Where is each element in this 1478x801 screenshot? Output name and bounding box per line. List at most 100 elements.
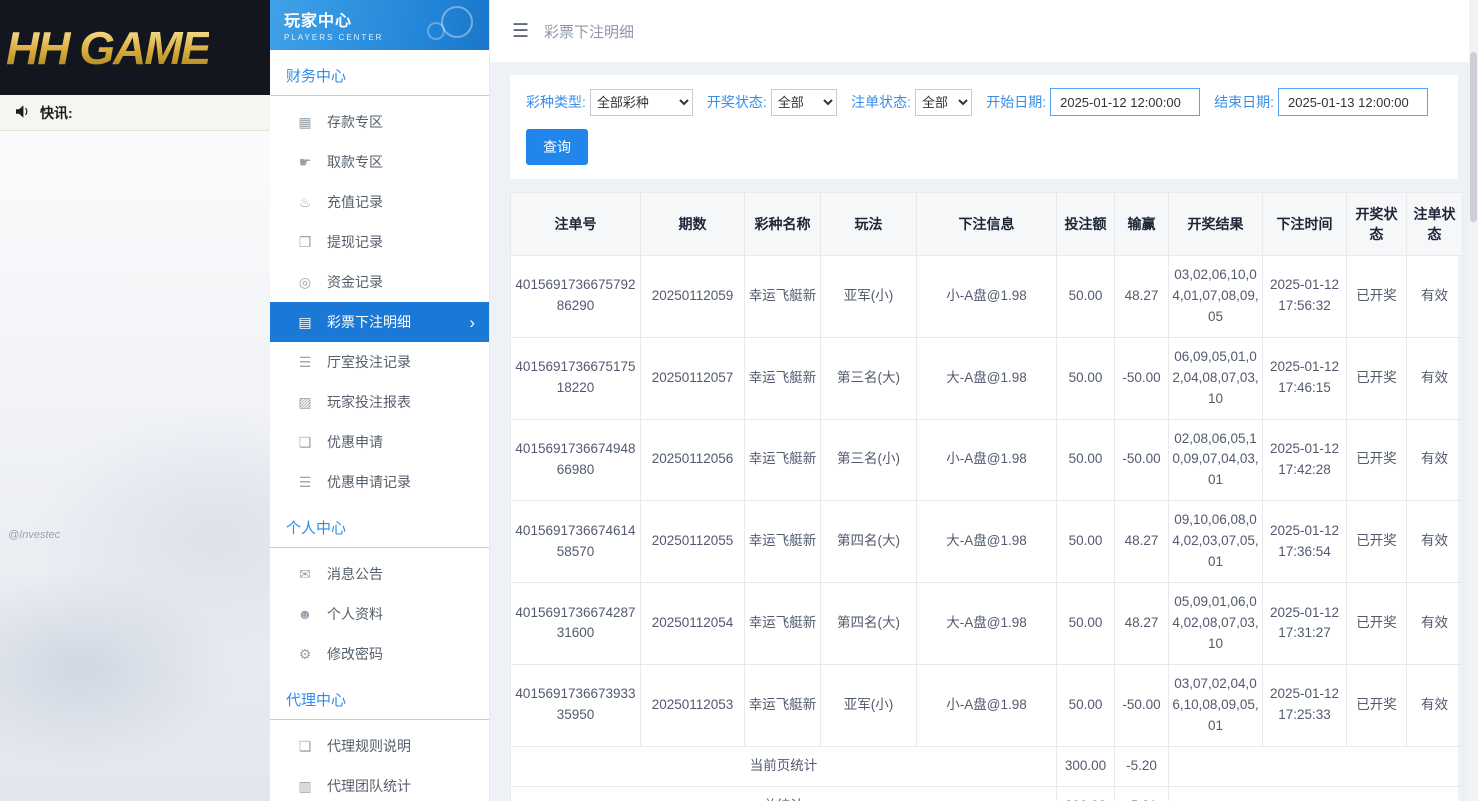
section-title: 个人中心 <box>270 502 489 548</box>
sidebar-item-player-bet-report[interactable]: ▨玩家投注报表 <box>270 382 489 422</box>
end-date-input[interactable] <box>1278 88 1428 116</box>
bet-status-cell: 有效 <box>1407 256 1463 338</box>
win-loss-cell: -50.00 <box>1115 419 1169 501</box>
bet-time-cell: 2025-01-12 17:42:28 <box>1263 419 1347 501</box>
lottery-type-label: 彩种类型: <box>526 92 586 112</box>
bet-status-cell: 有效 <box>1407 583 1463 665</box>
win-loss-cell: 48.27 <box>1115 501 1169 583</box>
menu-icon[interactable]: ☰ <box>512 20 529 43</box>
table-row: 40156917366742873160020250112054幸运飞艇新第四名… <box>511 583 1463 665</box>
moneybag-icon: ◎ <box>296 274 314 291</box>
period-cell: 20250112056 <box>641 419 745 501</box>
bet-info-cell: 大-A盘@1.98 <box>917 583 1057 665</box>
stats-win-loss-cell: -5.21 <box>1115 786 1169 801</box>
recharge-icon: ♨ <box>296 194 314 211</box>
news-label: 快讯: <box>40 103 73 123</box>
bet-amount-cell: 50.00 <box>1057 419 1115 501</box>
table-row: 40156917366751751822020250112057幸运飞艇新第三名… <box>511 337 1463 419</box>
sidebar-item-lottery-bet-details[interactable]: ▤彩票下注明细› <box>270 302 489 342</box>
sidebar-item-hall-bet-records[interactable]: ☰厅室投注记录 <box>270 342 489 382</box>
sidebar-subtitle: PLAYERS CENTER <box>284 33 489 42</box>
lottery-type-select[interactable]: 全部彩种 <box>590 89 693 116</box>
brand-panel: HH GAME 快讯: @Investec <box>0 0 270 801</box>
bet-status-cell: 有效 <box>1407 664 1463 746</box>
stats-win-loss-cell: -5.20 <box>1115 746 1169 786</box>
column-header: 注单状态 <box>1407 193 1463 256</box>
win-loss-cell: 48.27 <box>1115 583 1169 665</box>
bet-info-cell: 小-A盘@1.98 <box>917 256 1057 338</box>
sidebar-menu: 财务中心▦存款专区☛取款专区♨充值记录❒提现记录◎资金记录▤彩票下注明细›☰厅室… <box>270 50 489 801</box>
bet-amount-cell: 50.00 <box>1057 256 1115 338</box>
sidebar-item-recharge-records[interactable]: ♨ 充值记录 <box>270 182 489 222</box>
bell-icon: ✉ <box>296 566 314 583</box>
win-loss-cell: 48.27 <box>1115 256 1169 338</box>
deposit-card-icon: ▦ <box>296 114 314 131</box>
bet-amount-cell: 50.00 <box>1057 337 1115 419</box>
draw-result-cell: 09,10,06,08,04,02,03,07,05,01 <box>1169 501 1263 583</box>
sidebar-item-change-password[interactable]: ⚙修改密码 <box>270 634 489 674</box>
page-stats-row: 当前页统计300.00-5.20 <box>511 746 1463 786</box>
sidebar-item-agent-rules[interactable]: ❏ 代理规则说明 <box>270 726 489 766</box>
sidebar-item-deposit-zone[interactable]: ▦ 存款专区 <box>270 102 489 142</box>
sidebar-item-message-announcements[interactable]: ✉消息公告 <box>270 554 489 594</box>
stats-empty-cell <box>1169 786 1463 801</box>
sidebar-item-label: 充值记录 <box>327 192 383 212</box>
column-header: 开奖状态 <box>1347 193 1407 256</box>
draw-result-cell: 06,09,05,01,02,04,08,07,03,10 <box>1169 337 1263 419</box>
sidebar-item-fund-records[interactable]: ◎ 资金记录 <box>270 262 489 302</box>
stats-empty-cell <box>1169 746 1463 786</box>
sidebar-item-label: 优惠申请记录 <box>327 472 411 492</box>
app-window: HH GAME 快讯: @Investec 玩家中心 PLAYERS CENTE… <box>0 0 1478 801</box>
lottery-name-cell: 幸运飞艇新 <box>745 664 821 746</box>
period-cell: 20250112057 <box>641 337 745 419</box>
chevron-right-icon: › <box>469 314 475 331</box>
sidebar-item-label: 代理团队统计 <box>327 776 411 796</box>
sidebar-item-promo-application[interactable]: ❑优惠申请 <box>270 422 489 462</box>
period-cell: 20250112054 <box>641 583 745 665</box>
sidebar-item-label: 提现记录 <box>327 232 383 252</box>
bet-time-cell: 2025-01-12 17:31:27 <box>1263 583 1347 665</box>
rules-doc-icon: ❏ <box>296 738 314 755</box>
column-header: 投注额 <box>1057 193 1115 256</box>
scrollbar-thumb[interactable] <box>1470 52 1477 222</box>
sidebar-item-label: 代理规则说明 <box>327 736 411 756</box>
start-date-input[interactable] <box>1050 88 1200 116</box>
draw-result-cell: 05,09,01,06,04,02,08,07,03,10 <box>1169 583 1263 665</box>
brand-logo: HH GAME <box>6 21 209 75</box>
sidebar-item-label: 资金记录 <box>327 272 383 292</box>
sidebar-item-withdraw-zone[interactable]: ☛取款专区 <box>270 142 489 182</box>
window-scrollbar[interactable] <box>1469 0 1478 801</box>
sidebar-item-agent-team-stats[interactable]: ▥代理团队统计 <box>270 766 489 801</box>
bet-status-select[interactable]: 全部 <box>915 89 972 116</box>
draw-result-cell: 02,08,06,05,10,09,07,04,03,01 <box>1169 419 1263 501</box>
draw-result-cell: 03,07,02,04,06,10,08,09,05,01 <box>1169 664 1263 746</box>
bet-amount-cell: 50.00 <box>1057 501 1115 583</box>
stats-bet-amount-cell: 300.00 <box>1057 786 1115 801</box>
page-title: 彩票下注明细 <box>544 21 634 42</box>
main-area: ☰ 彩票下注明细 彩种类型: 全部彩种 开奖状态: 全部 注单状态: 全部 <box>490 0 1478 801</box>
play-type-cell: 第三名(小) <box>821 419 917 501</box>
draw-status-label: 开奖状态: <box>707 92 767 112</box>
sidebar-item-label: 存款专区 <box>327 112 383 132</box>
play-type-cell: 亚军(小) <box>821 664 917 746</box>
report-icon: ▨ <box>296 394 314 411</box>
sidebar-item-label: 个人资料 <box>327 604 383 624</box>
bet-number-cell: 401569173667428731600 <box>511 583 641 665</box>
column-header: 下注信息 <box>917 193 1057 256</box>
search-button[interactable]: 查询 <box>526 129 588 165</box>
table-row: 40156917366746145857020250112055幸运飞艇新第四名… <box>511 501 1463 583</box>
win-loss-cell: -50.00 <box>1115 337 1169 419</box>
sidebar-item-label: 彩票下注明细 <box>327 312 411 332</box>
ticket-icon: ❑ <box>296 434 314 451</box>
sidebar-item-withdrawal-records[interactable]: ❒提现记录 <box>270 222 489 262</box>
draw-status-cell: 已开奖 <box>1347 501 1407 583</box>
lottery-name-cell: 幸运飞艇新 <box>745 256 821 338</box>
list-icon: ☰ <box>296 474 314 491</box>
bet-time-cell: 2025-01-12 17:46:15 <box>1263 337 1347 419</box>
win-loss-cell: -50.00 <box>1115 664 1169 746</box>
sidebar-item-promo-application-records[interactable]: ☰ 优惠申请记录 <box>270 462 489 502</box>
column-header: 输赢 <box>1115 193 1169 256</box>
sidebar-item-personal-profile[interactable]: ☻个人资料 <box>270 594 489 634</box>
draw-status-select[interactable]: 全部 <box>771 89 837 116</box>
bet-number-cell: 401569173667494866980 <box>511 419 641 501</box>
